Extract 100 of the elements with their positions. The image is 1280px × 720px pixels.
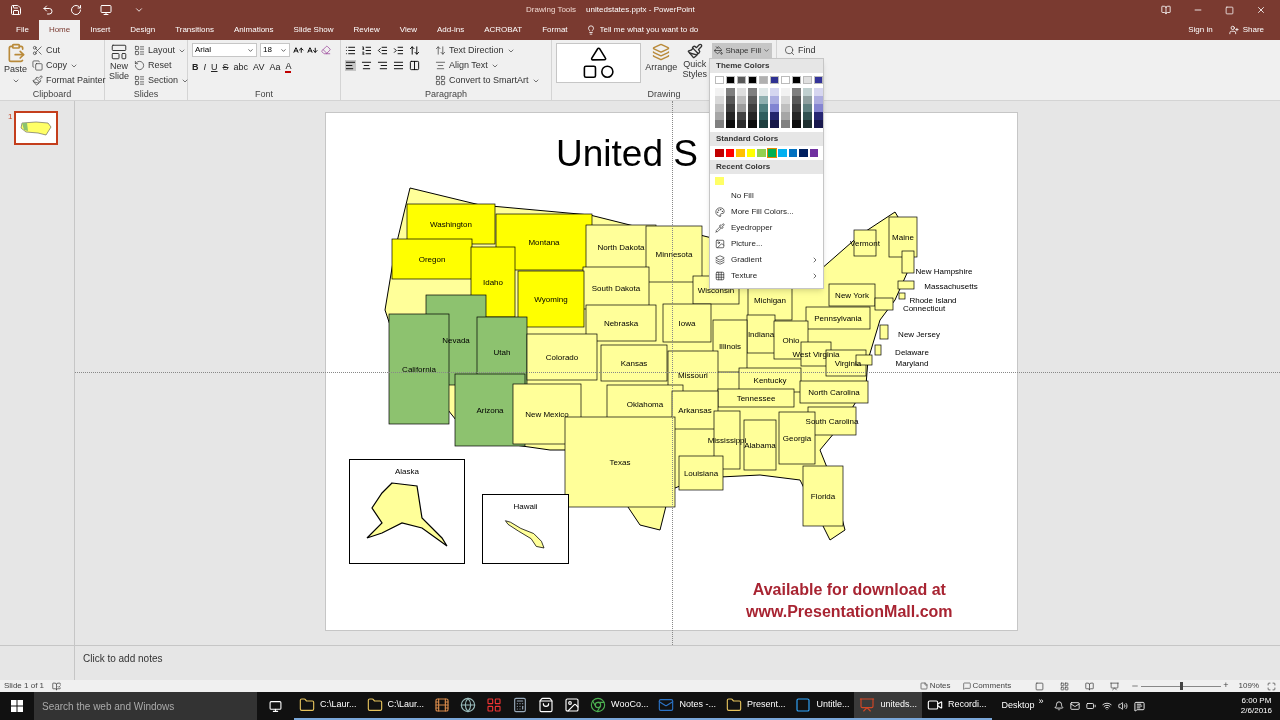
color-swatch[interactable]: [814, 88, 823, 96]
paste-button[interactable]: Paste: [4, 43, 27, 85]
color-swatch[interactable]: [792, 112, 801, 120]
battery-icon[interactable]: [1085, 701, 1096, 711]
numbering-icon[interactable]: [361, 45, 372, 56]
ribbon-tab[interactable]: Design: [120, 20, 166, 40]
arrange-button[interactable]: Arrange: [645, 43, 678, 75]
color-swatch[interactable]: [726, 96, 735, 104]
menu-item[interactable]: No Fill: [710, 188, 823, 204]
ribbon-tab[interactable]: Animations: [224, 20, 284, 40]
search-input[interactable]: Search the web and Windows: [42, 698, 249, 714]
desktop-label[interactable]: Desktop: [1001, 699, 1035, 713]
reading-view-icon[interactable]: [1085, 681, 1095, 691]
format-button[interactable]: B: [192, 61, 199, 75]
slideshow-view-icon[interactable]: [1110, 681, 1120, 691]
color-swatch[interactable]: [748, 112, 757, 120]
close-icon[interactable]: [1256, 5, 1266, 15]
volume-icon[interactable]: [1117, 701, 1128, 711]
section-button[interactable]: Section: [133, 73, 191, 88]
color-swatch[interactable]: [814, 104, 823, 112]
color-swatch[interactable]: [715, 96, 724, 104]
color-swatch[interactable]: [726, 104, 735, 112]
color-swatch[interactable]: [725, 149, 734, 157]
mail-icon[interactable]: [1069, 701, 1080, 711]
text-direction-button[interactable]: Text Direction: [434, 43, 541, 58]
color-swatch[interactable]: [781, 76, 790, 84]
color-swatch[interactable]: [715, 120, 724, 128]
layout-button[interactable]: Layout: [133, 43, 191, 58]
ribbon-tab[interactable]: File: [6, 20, 39, 40]
taskbar-app[interactable]: C:\Laur...: [361, 692, 430, 720]
color-swatch[interactable]: [737, 76, 746, 84]
color-swatch[interactable]: [781, 104, 790, 112]
comments-button[interactable]: Comments: [962, 680, 1012, 692]
zoom-out-icon[interactable]: [1131, 682, 1140, 690]
menu-item[interactable]: Gradient: [710, 252, 823, 268]
color-swatch[interactable]: [792, 96, 801, 104]
line-spacing-icon[interactable]: [409, 45, 420, 56]
ribbon-tab[interactable]: Review: [343, 20, 390, 40]
taskbar-app[interactable]: WooCo...: [585, 692, 654, 720]
taskbar-app[interactable]: C:\Laur...: [294, 692, 362, 720]
color-swatch[interactable]: [737, 120, 746, 128]
zoom-thumb[interactable]: [1180, 682, 1184, 690]
align-center-icon[interactable]: [361, 60, 372, 71]
taskbar-app[interactable]: Present...: [720, 692, 791, 720]
font-name-field[interactable]: Arial: [192, 43, 257, 57]
color-swatch[interactable]: [803, 112, 812, 120]
ribbon-tab[interactable]: View: [389, 20, 428, 40]
fit-slide-icon[interactable]: [1267, 681, 1276, 691]
ribbon-tab[interactable]: Insert: [80, 20, 121, 40]
color-swatch[interactable]: [748, 104, 757, 112]
color-swatch[interactable]: [792, 88, 801, 96]
color-swatch[interactable]: [770, 120, 779, 128]
color-swatch[interactable]: [792, 120, 801, 128]
presentation-icon[interactable]: [100, 4, 112, 16]
shrink-font-icon[interactable]: [307, 44, 318, 56]
color-swatch[interactable]: [726, 120, 735, 128]
color-swatch[interactable]: [814, 76, 823, 84]
ribbon-tab[interactable]: Slide Show: [283, 20, 344, 40]
color-swatch[interactable]: [803, 96, 812, 104]
align-right-icon[interactable]: [377, 60, 388, 71]
color-swatch[interactable]: [781, 120, 790, 128]
color-swatch[interactable]: [803, 104, 812, 112]
notes-button[interactable]: Notes: [919, 680, 951, 692]
save-icon[interactable]: [10, 4, 22, 16]
color-swatch[interactable]: [814, 96, 823, 104]
color-swatch[interactable]: [788, 149, 797, 157]
color-swatch[interactable]: [726, 112, 735, 120]
ribbon-tab[interactable]: Format: [532, 20, 578, 40]
format-button[interactable]: abc: [233, 61, 249, 75]
color-swatch[interactable]: [759, 104, 768, 112]
format-button[interactable]: A: [285, 62, 292, 74]
taskbar-search-field[interactable]: Search the web and Windows: [34, 692, 257, 720]
color-swatch[interactable]: [715, 104, 724, 112]
tell-me-input[interactable]: Tell me what you want to do: [599, 24, 720, 36]
color-swatch[interactable]: [814, 112, 823, 120]
font-size-field[interactable]: 18: [260, 43, 290, 57]
menu-item[interactable]: More Fill Colors...: [710, 204, 823, 220]
color-swatch[interactable]: [757, 149, 766, 157]
normal-view-icon[interactable]: [1035, 681, 1045, 691]
network-icon[interactable]: [1101, 701, 1112, 711]
reset-button[interactable]: Reset: [133, 58, 191, 73]
color-swatch[interactable]: [814, 120, 823, 128]
color-swatch[interactable]: [715, 149, 724, 157]
color-swatch[interactable]: [770, 76, 779, 84]
sign-in-link[interactable]: Sign in: [1180, 20, 1221, 40]
slide-thumbnail[interactable]: [14, 111, 59, 145]
zoom-in-button[interactable]: +: [1223, 679, 1229, 693]
color-swatch[interactable]: [778, 149, 787, 157]
color-swatch[interactable]: [737, 88, 746, 96]
color-swatch[interactable]: [792, 76, 801, 84]
color-swatch[interactable]: [781, 88, 790, 96]
copy-button[interactable]: Copy: [31, 58, 107, 73]
undo-icon[interactable]: [42, 4, 54, 16]
cut-button[interactable]: Cut: [31, 43, 107, 58]
align-text-button[interactable]: Align Text: [434, 58, 541, 73]
tell-me-field[interactable]: Tell me what you want to do: [585, 20, 720, 40]
shape-fill-button[interactable]: Shape Fill: [712, 43, 772, 58]
color-swatch[interactable]: [809, 149, 818, 157]
color-swatch[interactable]: [726, 76, 735, 84]
color-swatch[interactable]: [759, 120, 768, 128]
